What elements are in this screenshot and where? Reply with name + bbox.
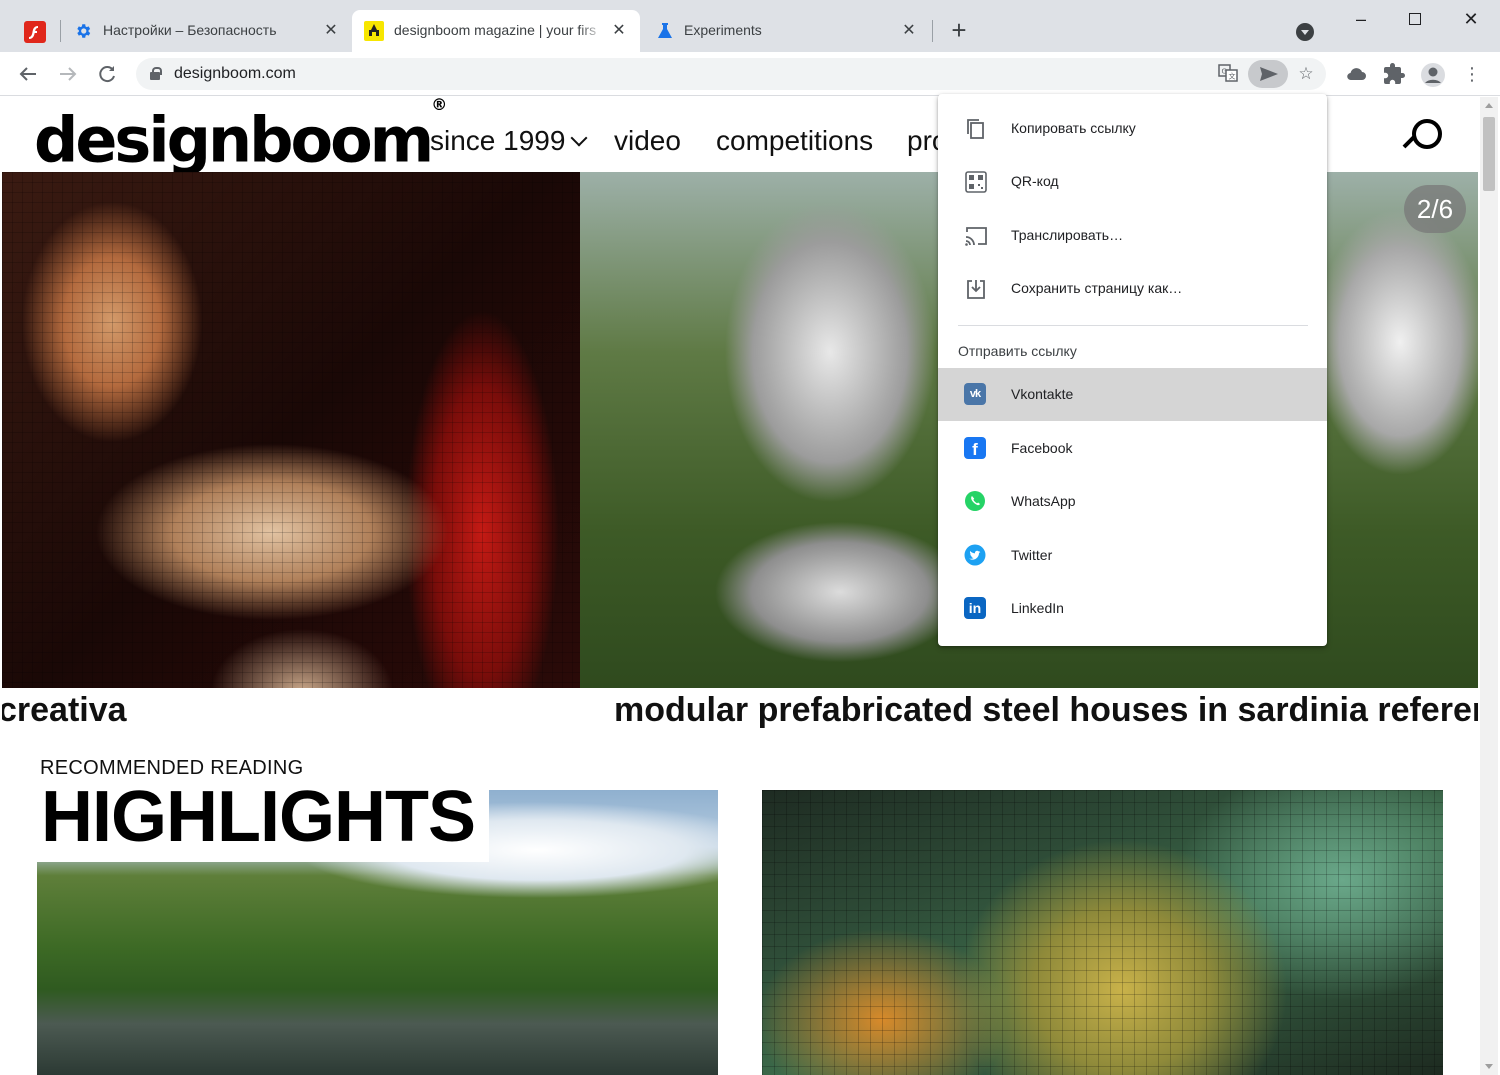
menu-item-label: LinkedIn bbox=[1011, 600, 1064, 616]
tab-separator bbox=[60, 20, 61, 42]
designboom-logo[interactable]: designboom® bbox=[34, 97, 448, 177]
menu-item-label: Vkontakte bbox=[1011, 386, 1074, 402]
slide-counter: 2/6 bbox=[1404, 185, 1466, 233]
scroll-down-arrow[interactable] bbox=[1485, 1064, 1493, 1069]
more-menu-icon[interactable]: ⋮ bbox=[1460, 62, 1484, 86]
caption-creativa[interactable]: creativa bbox=[2, 689, 127, 731]
svg-text:文: 文 bbox=[1229, 72, 1236, 81]
tab-title: designboom magazine | your firs bbox=[394, 22, 597, 38]
qr-code-icon bbox=[964, 170, 988, 194]
share-menu: Копировать ссылку QR-код Транслировать… … bbox=[938, 94, 1327, 646]
caption-steel-houses[interactable]: modular prefabricated steel houses in sa… bbox=[614, 689, 1478, 731]
share-button[interactable] bbox=[1248, 60, 1288, 88]
bookmark-star-icon[interactable]: ☆ bbox=[1294, 62, 1318, 86]
vk-icon: vk bbox=[964, 383, 988, 407]
share-vkontakte[interactable]: vk Vkontakte bbox=[938, 368, 1327, 421]
registered-mark: ® bbox=[431, 97, 448, 114]
back-button[interactable] bbox=[14, 60, 42, 88]
copy-icon bbox=[964, 117, 988, 141]
page-scrollbar[interactable] bbox=[1480, 97, 1498, 1075]
nav-video[interactable]: video bbox=[614, 125, 681, 157]
menu-save-page-as[interactable]: Сохранить страницу как… bbox=[938, 262, 1327, 315]
close-tab-icon[interactable]: ✕ bbox=[900, 22, 918, 40]
tab-experiments[interactable]: Experiments ✕ bbox=[642, 10, 932, 52]
whatsapp-icon bbox=[964, 490, 988, 514]
highlights-title: HIGHLIGHTS bbox=[37, 774, 489, 862]
maximize-button[interactable] bbox=[1400, 6, 1430, 32]
site-search-icon[interactable] bbox=[1402, 117, 1442, 157]
close-window-button[interactable]: ✕ bbox=[1456, 6, 1486, 32]
menu-item-label: WhatsApp bbox=[1011, 493, 1076, 509]
close-tab-icon[interactable]: ✕ bbox=[322, 22, 340, 40]
tab-strip: Настройки – Безопасность ✕ designboom ma… bbox=[0, 0, 1500, 52]
gear-icon bbox=[74, 22, 92, 40]
scrollbar-thumb[interactable] bbox=[1483, 117, 1495, 191]
facebook-icon: f bbox=[964, 437, 988, 461]
svg-text:G: G bbox=[1222, 68, 1227, 76]
flash-extension-icon[interactable] bbox=[24, 21, 46, 43]
tab-title: Настройки – Безопасность bbox=[103, 22, 277, 38]
reload-button[interactable] bbox=[93, 60, 121, 88]
menu-item-label: Сохранить страницу как… bbox=[1011, 280, 1183, 296]
save-page-icon bbox=[964, 277, 988, 301]
menu-copy-link[interactable]: Копировать ссылку bbox=[938, 102, 1327, 155]
tab-designboom[interactable]: designboom magazine | your firs ✕ bbox=[352, 10, 640, 52]
menu-separator bbox=[958, 325, 1308, 326]
nav-since-1999[interactable]: since 1999 bbox=[430, 125, 588, 157]
chevron-down-icon bbox=[570, 129, 588, 147]
share-whatsapp[interactable]: WhatsApp bbox=[938, 475, 1327, 528]
profile-avatar-icon[interactable] bbox=[1420, 62, 1445, 87]
highlight-image-voxel-art[interactable] bbox=[762, 790, 1443, 1075]
hero-image-pixel-art[interactable] bbox=[2, 172, 580, 688]
linkedin-icon: in bbox=[964, 597, 988, 621]
cast-icon bbox=[964, 224, 988, 248]
tab-search-icon[interactable] bbox=[1296, 23, 1314, 41]
nav-label: since 1999 bbox=[430, 125, 566, 156]
toolbar: designboom.com G文 ☆ ⋮ bbox=[0, 52, 1500, 96]
designboom-icon bbox=[364, 21, 384, 41]
share-linkedin[interactable]: in LinkedIn bbox=[938, 582, 1327, 635]
logo-text: designboom bbox=[34, 103, 434, 177]
tab-settings-security[interactable]: Настройки – Безопасность ✕ bbox=[62, 10, 352, 52]
translate-icon[interactable]: G文 bbox=[1216, 62, 1240, 86]
menu-cast[interactable]: Транслировать… bbox=[938, 209, 1327, 262]
menu-item-label: QR-код bbox=[1011, 173, 1059, 189]
send-link-heading: Отправить ссылку bbox=[958, 343, 1077, 359]
menu-item-label: Копировать ссылку bbox=[1011, 120, 1136, 136]
share-twitter[interactable]: Twitter bbox=[938, 529, 1327, 582]
address-bar[interactable]: designboom.com G文 ☆ bbox=[136, 58, 1326, 90]
lock-icon[interactable] bbox=[150, 67, 162, 80]
menu-item-label: Twitter bbox=[1011, 547, 1053, 563]
menu-item-label: Транслировать… bbox=[1011, 227, 1124, 243]
forward-button[interactable] bbox=[54, 60, 82, 88]
close-tab-icon[interactable]: ✕ bbox=[610, 22, 628, 40]
new-tab-button[interactable]: + bbox=[946, 17, 972, 44]
extensions-puzzle-icon[interactable] bbox=[1382, 62, 1406, 86]
scroll-up-arrow[interactable] bbox=[1485, 103, 1493, 108]
nav-competitions[interactable]: competitions bbox=[716, 125, 873, 157]
tab-separator bbox=[932, 20, 933, 42]
url-text[interactable]: designboom.com bbox=[174, 65, 296, 83]
flask-icon bbox=[656, 22, 674, 40]
menu-qr-code[interactable]: QR-код bbox=[938, 155, 1327, 208]
share-facebook[interactable]: f Facebook bbox=[938, 422, 1327, 475]
minimize-button[interactable]: – bbox=[1346, 6, 1376, 32]
cloud-icon[interactable] bbox=[1344, 62, 1368, 86]
twitter-icon bbox=[964, 544, 988, 568]
tab-title: Experiments bbox=[684, 22, 762, 38]
menu-item-label: Facebook bbox=[1011, 440, 1073, 456]
